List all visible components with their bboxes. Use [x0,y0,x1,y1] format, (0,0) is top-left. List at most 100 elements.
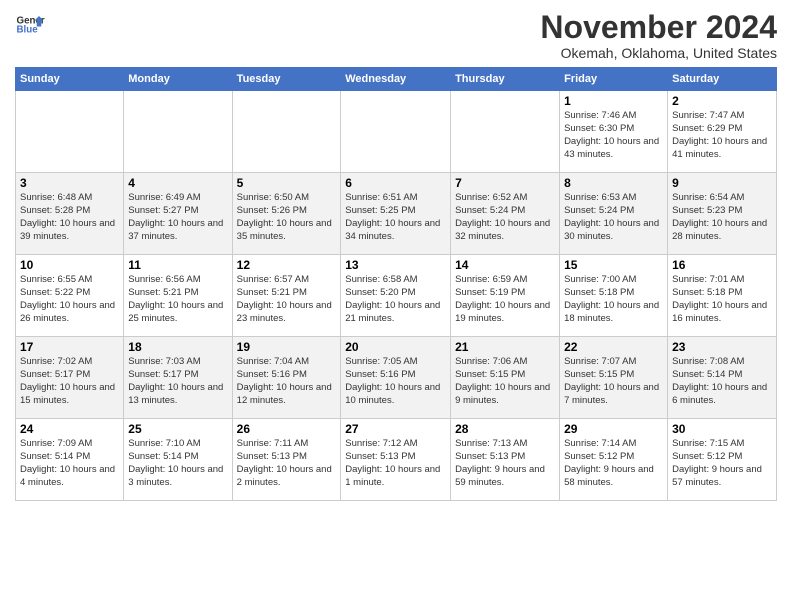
week-row-3: 10 Sunrise: 6:55 AM Sunset: 5:22 PM Dayli… [16,255,777,337]
day-info: Sunrise: 6:53 AM Sunset: 5:24 PM Dayligh… [564,192,663,243]
day-cell: 5 Sunrise: 6:50 AM Sunset: 5:26 PM Daylig… [232,173,341,255]
day-number: 24 [20,422,119,436]
day-number: 9 [672,176,772,190]
day-number: 23 [672,340,772,354]
day-number: 25 [128,422,227,436]
day-cell: 13 Sunrise: 6:58 AM Sunset: 5:20 PM Dayli… [341,255,451,337]
day-cell: 9 Sunrise: 6:54 AM Sunset: 5:23 PM Daylig… [668,173,777,255]
day-number: 5 [237,176,337,190]
day-info: Sunrise: 6:50 AM Sunset: 5:26 PM Dayligh… [237,192,337,243]
day-cell: 16Sunrise: 7:01 AM Sunset: 5:18 PM Dayli… [668,255,777,337]
header-cell-saturday: Saturday [668,68,777,91]
day-info: Sunrise: 7:07 AM Sunset: 5:15 PM Dayligh… [564,356,663,407]
day-cell: 24 Sunrise: 7:09 AM Sunset: 5:14 PM Dayli… [16,419,124,501]
logo: General Blue [15,10,45,40]
day-cell [124,91,232,173]
day-number: 26 [237,422,337,436]
day-number: 22 [564,340,663,354]
day-cell: 29Sunrise: 7:14 AM Sunset: 5:12 PM Dayli… [560,419,668,501]
day-info: Sunrise: 7:47 AM Sunset: 6:29 PM Dayligh… [672,110,772,161]
day-info: Sunrise: 6:55 AM Sunset: 5:22 PM Dayligh… [20,274,119,325]
day-cell: 23 Sunrise: 7:08 AM Sunset: 5:14 PM Dayli… [668,337,777,419]
day-info: Sunrise: 7:03 AM Sunset: 5:17 PM Dayligh… [128,356,227,407]
day-info: Sunrise: 7:10 AM Sunset: 5:14 PM Dayligh… [128,438,227,489]
day-number: 12 [237,258,337,272]
day-info: Sunrise: 6:57 AM Sunset: 5:21 PM Dayligh… [237,274,337,325]
header-row: SundayMondayTuesdayWednesdayThursdayFrid… [16,68,777,91]
day-info: Sunrise: 7:15 AM Sunset: 5:12 PM Dayligh… [672,438,772,489]
day-cell: 2 Sunrise: 7:47 AM Sunset: 6:29 PM Daylig… [668,91,777,173]
day-number: 15 [564,258,663,272]
calendar-header: SundayMondayTuesdayWednesdayThursdayFrid… [16,68,777,91]
day-cell: 22 Sunrise: 7:07 AM Sunset: 5:15 PM Dayli… [560,337,668,419]
day-number: 1 [564,94,663,108]
day-info: Sunrise: 6:58 AM Sunset: 5:20 PM Dayligh… [345,274,446,325]
day-number: 18 [128,340,227,354]
day-info: Sunrise: 7:05 AM Sunset: 5:16 PM Dayligh… [345,356,446,407]
day-info: Sunrise: 7:09 AM Sunset: 5:14 PM Dayligh… [20,438,119,489]
svg-text:Blue: Blue [17,25,39,36]
day-cell: 7 Sunrise: 6:52 AM Sunset: 5:24 PM Daylig… [451,173,560,255]
day-number: 4 [128,176,227,190]
day-cell: 15Sunrise: 7:00 AM Sunset: 5:18 PM Dayli… [560,255,668,337]
day-number: 2 [672,94,772,108]
day-cell: 14Sunrise: 6:59 AM Sunset: 5:19 PM Dayli… [451,255,560,337]
day-info: Sunrise: 6:54 AM Sunset: 5:23 PM Dayligh… [672,192,772,243]
location-title: Okemah, Oklahoma, United States [540,45,777,61]
day-number: 7 [455,176,555,190]
day-info: Sunrise: 7:14 AM Sunset: 5:12 PM Dayligh… [564,438,663,489]
day-number: 27 [345,422,446,436]
day-info: Sunrise: 6:48 AM Sunset: 5:28 PM Dayligh… [20,192,119,243]
day-number: 6 [345,176,446,190]
day-info: Sunrise: 7:46 AM Sunset: 6:30 PM Dayligh… [564,110,663,161]
day-number: 19 [237,340,337,354]
day-cell: 20 Sunrise: 7:05 AM Sunset: 5:16 PM Dayli… [341,337,451,419]
header-cell-tuesday: Tuesday [232,68,341,91]
day-info: Sunrise: 7:02 AM Sunset: 5:17 PM Dayligh… [20,356,119,407]
day-info: Sunrise: 6:59 AM Sunset: 5:19 PM Dayligh… [455,274,555,325]
day-cell: 30 Sunrise: 7:15 AM Sunset: 5:12 PM Dayli… [668,419,777,501]
day-cell: 3Sunrise: 6:48 AM Sunset: 5:28 PM Daylig… [16,173,124,255]
day-cell: 21 Sunrise: 7:06 AM Sunset: 5:15 PM Dayli… [451,337,560,419]
header-cell-wednesday: Wednesday [341,68,451,91]
day-info: Sunrise: 7:04 AM Sunset: 5:16 PM Dayligh… [237,356,337,407]
day-number: 20 [345,340,446,354]
week-row-5: 24 Sunrise: 7:09 AM Sunset: 5:14 PM Dayli… [16,419,777,501]
day-info: Sunrise: 6:51 AM Sunset: 5:25 PM Dayligh… [345,192,446,243]
day-info: Sunrise: 7:08 AM Sunset: 5:14 PM Dayligh… [672,356,772,407]
day-number: 8 [564,176,663,190]
day-info: Sunrise: 6:56 AM Sunset: 5:21 PM Dayligh… [128,274,227,325]
logo-icon: General Blue [15,10,45,40]
header-cell-thursday: Thursday [451,68,560,91]
header-cell-monday: Monday [124,68,232,91]
week-row-2: 3Sunrise: 6:48 AM Sunset: 5:28 PM Daylig… [16,173,777,255]
day-info: Sunrise: 6:52 AM Sunset: 5:24 PM Dayligh… [455,192,555,243]
day-info: Sunrise: 6:49 AM Sunset: 5:27 PM Dayligh… [128,192,227,243]
day-number: 10 [20,258,119,272]
day-cell: 27 Sunrise: 7:12 AM Sunset: 5:13 PM Dayli… [341,419,451,501]
day-cell: 4 Sunrise: 6:49 AM Sunset: 5:27 PM Daylig… [124,173,232,255]
header: General Blue November 2024 Okemah, Oklah… [15,10,777,61]
day-info: Sunrise: 7:12 AM Sunset: 5:13 PM Dayligh… [345,438,446,489]
day-cell: 1 Sunrise: 7:46 AM Sunset: 6:30 PM Daylig… [560,91,668,173]
day-cell: 8 Sunrise: 6:53 AM Sunset: 5:24 PM Daylig… [560,173,668,255]
day-cell: 10 Sunrise: 6:55 AM Sunset: 5:22 PM Dayli… [16,255,124,337]
day-cell: 26Sunrise: 7:11 AM Sunset: 5:13 PM Dayli… [232,419,341,501]
day-number: 13 [345,258,446,272]
day-cell [16,91,124,173]
day-number: 30 [672,422,772,436]
header-cell-sunday: Sunday [16,68,124,91]
calendar-body: 1 Sunrise: 7:46 AM Sunset: 6:30 PM Daylig… [16,91,777,501]
day-cell [341,91,451,173]
day-cell [232,91,341,173]
day-cell: 19 Sunrise: 7:04 AM Sunset: 5:16 PM Dayli… [232,337,341,419]
day-cell: 6 Sunrise: 6:51 AM Sunset: 5:25 PM Daylig… [341,173,451,255]
day-cell: 25 Sunrise: 7:10 AM Sunset: 5:14 PM Dayli… [124,419,232,501]
day-number: 11 [128,258,227,272]
day-cell: 11 Sunrise: 6:56 AM Sunset: 5:21 PM Dayli… [124,255,232,337]
day-number: 21 [455,340,555,354]
day-number: 28 [455,422,555,436]
day-cell: 12 Sunrise: 6:57 AM Sunset: 5:21 PM Dayli… [232,255,341,337]
month-title: November 2024 [540,10,777,45]
day-info: Sunrise: 7:06 AM Sunset: 5:15 PM Dayligh… [455,356,555,407]
